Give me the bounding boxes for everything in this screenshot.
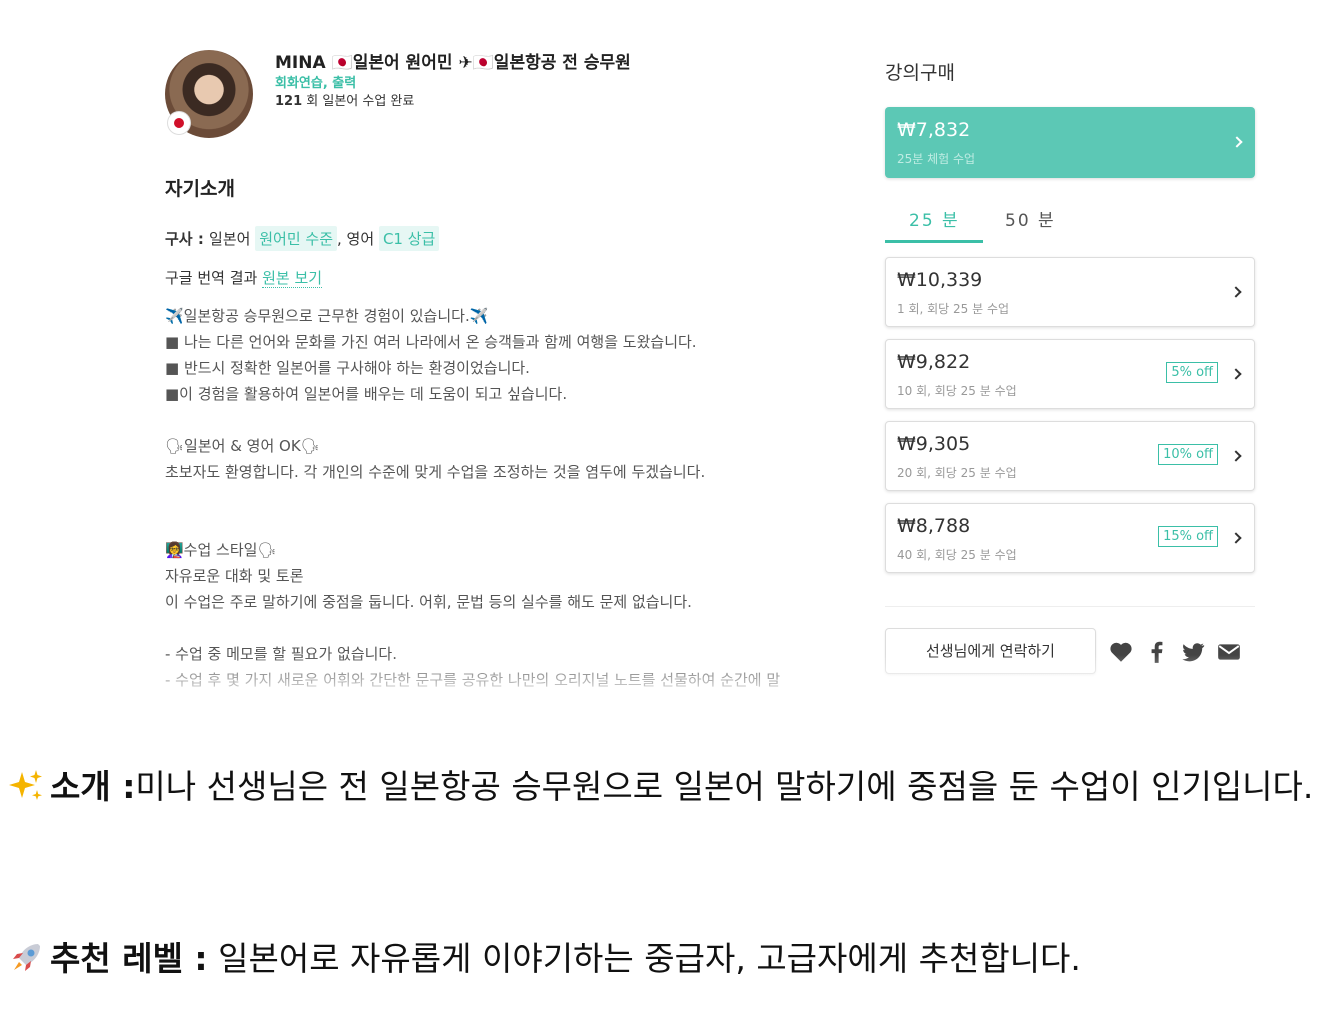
- intro-line: [165, 407, 855, 433]
- caption-level-label: 추천 레벨 :: [50, 939, 208, 978]
- sparkles-icon: [9, 770, 42, 800]
- trial-description: 25분 체험 수업: [897, 152, 976, 166]
- tab-50-min[interactable]: 50 분: [1005, 206, 1056, 231]
- package-option[interactable]: ₩8,788 40 회, 회당 25 분 수업 15% off: [885, 503, 1255, 573]
- chevron-right-icon: [1230, 286, 1242, 298]
- package-option[interactable]: ₩9,305 20 회, 회당 25 분 수업 10% off: [885, 421, 1255, 491]
- package-option[interactable]: ₩10,339 1 회, 회당 25 분 수업: [885, 257, 1255, 327]
- package-price: ₩9,305: [897, 433, 971, 455]
- rocket-icon: [13, 944, 40, 971]
- intro-line: 초보자도 환영합니다. 각 개인의 수준에 맞게 수업을 조정하는 것을 염두에…: [165, 463, 706, 481]
- purchase-title: 강의구매: [885, 62, 955, 84]
- caption-intro: 소개 :미나 선생님은 전 일본항공 승무원으로 일본어 말하기에 중점을 둔 …: [8, 750, 1328, 824]
- chevron-right-icon: [1230, 368, 1242, 380]
- japan-flag-icon: [168, 112, 190, 134]
- level-tag-english: C1 상급: [378, 226, 440, 251]
- avatar[interactable]: [165, 50, 253, 138]
- discount-badge: 15% off: [1158, 526, 1218, 547]
- level-tag-japanese: 원어민 수준: [255, 226, 338, 251]
- package-option[interactable]: ₩9,822 10 회, 회당 25 분 수업 5% off: [885, 339, 1255, 409]
- chevron-right-icon: [1230, 532, 1242, 544]
- trial-lesson-option[interactable]: ₩7,832 25분 체험 수업: [885, 107, 1255, 178]
- intro-line: 👩‍🏫수업 스타일🗣: [165, 541, 277, 559]
- package-price: ₩10,339: [897, 269, 983, 291]
- heart-icon[interactable]: [1108, 639, 1134, 665]
- intro-line: [165, 511, 855, 537]
- caption-level: 추천 레벨 : 일본어로 자유롭게 이야기하는 중급자, 고급자에게 추천합니다…: [8, 922, 1328, 996]
- teacher-skills: 회화연습, 출력: [275, 76, 357, 91]
- caption-level-text: 일본어로 자유롭게 이야기하는 중급자, 고급자에게 추천합니다.: [207, 939, 1081, 978]
- intro-line: 🗣일본어 & 영어 OK🗣: [165, 437, 320, 455]
- languages-row: 구사 : 일본어 원어민 수준, 영어 C1 상급: [165, 226, 440, 251]
- contact-teacher-button[interactable]: 선생님에게 연락하기: [885, 628, 1096, 674]
- speaks-label: 구사 :: [165, 230, 210, 248]
- facebook-icon[interactable]: [1144, 639, 1170, 665]
- caption-intro-text: 미나 선생님은 전 일본항공 승무원으로 일본어 말하기에 중점을 둔 수업이 …: [135, 767, 1314, 806]
- intro-line: - 수업 후 몇 가지 새로운 어휘와 간단한 문구를 공유한 나만의 오리지널…: [165, 671, 781, 689]
- mail-icon[interactable]: [1216, 639, 1242, 665]
- intro-line: [165, 615, 855, 641]
- teacher-name: MINA 🇯🇵일본어 원어민 ✈🇯🇵일본항공 전 승무원: [275, 53, 631, 73]
- intro-line: 자유로운 대화 및 토론: [165, 567, 304, 585]
- active-tab-indicator: [885, 240, 983, 243]
- translation-text: 구글 번역 결과: [165, 269, 258, 287]
- discount-badge: 5% off: [1166, 362, 1218, 383]
- trial-price: ₩7,832: [897, 119, 971, 141]
- package-description: 20 회, 회당 25 분 수업: [897, 466, 1017, 480]
- intro-line: ✈️일본항공 승무원으로 근무한 경험이 있습니다.✈️: [165, 307, 489, 325]
- intro-line: ■ 나는 다른 언어와 문화를 가진 여러 나라에서 온 승객들과 함께 여행을…: [165, 333, 697, 351]
- intro-body: ✈️일본항공 승무원으로 근무한 경험이 있습니다.✈️ ■ 나는 다른 언어와…: [165, 303, 855, 693]
- chevron-right-icon: [1231, 136, 1243, 148]
- intro-line: - 수업 중 메모를 할 필요가 없습니다.: [165, 645, 397, 663]
- twitter-icon[interactable]: [1180, 639, 1206, 665]
- chevron-right-icon: [1230, 450, 1242, 462]
- intro-line: [165, 485, 855, 511]
- intro-line: ■이 경험을 활용하여 일본어를 배우는 데 도움이 되고 싶습니다.: [165, 385, 568, 403]
- caption-intro-label: 소개 :: [50, 767, 136, 806]
- package-description: 1 회, 회당 25 분 수업: [897, 302, 1010, 316]
- package-price: ₩9,822: [897, 351, 971, 373]
- lessons-completed: 121 회 일본어 수업 완료: [275, 90, 414, 109]
- discount-badge: 10% off: [1158, 444, 1218, 465]
- duration-tabs: 25 분 50 분: [885, 200, 1255, 245]
- intro-title: 자기소개: [165, 178, 235, 200]
- package-description: 10 회, 회당 25 분 수업: [897, 384, 1017, 398]
- translation-row: 구글 번역 결과 원본 보기: [165, 267, 323, 288]
- package-description: 40 회, 회당 25 분 수업: [897, 548, 1017, 562]
- lessons-count: 121: [275, 94, 303, 109]
- tab-25-min[interactable]: 25 분: [909, 206, 960, 231]
- intro-line: ■ 반드시 정확한 일본어를 구사해야 하는 환경이었습니다.: [165, 359, 530, 377]
- package-price: ₩8,788: [897, 515, 971, 537]
- language-english: , 영어: [337, 230, 375, 248]
- lessons-text: 회 일본어 수업 완료: [302, 94, 415, 109]
- divider: [885, 606, 1255, 607]
- teacher-profile-screenshot: MINA 🇯🇵일본어 원어민 ✈🇯🇵일본항공 전 승무원 회화연습, 출력 12…: [30, 30, 1310, 695]
- intro-line: 이 수업은 주로 말하기에 중점을 둡니다. 어휘, 문법 등의 실수를 해도 …: [165, 593, 692, 611]
- language-japanese: 일본어: [209, 230, 251, 248]
- view-original-link[interactable]: 원본 보기: [262, 269, 323, 288]
